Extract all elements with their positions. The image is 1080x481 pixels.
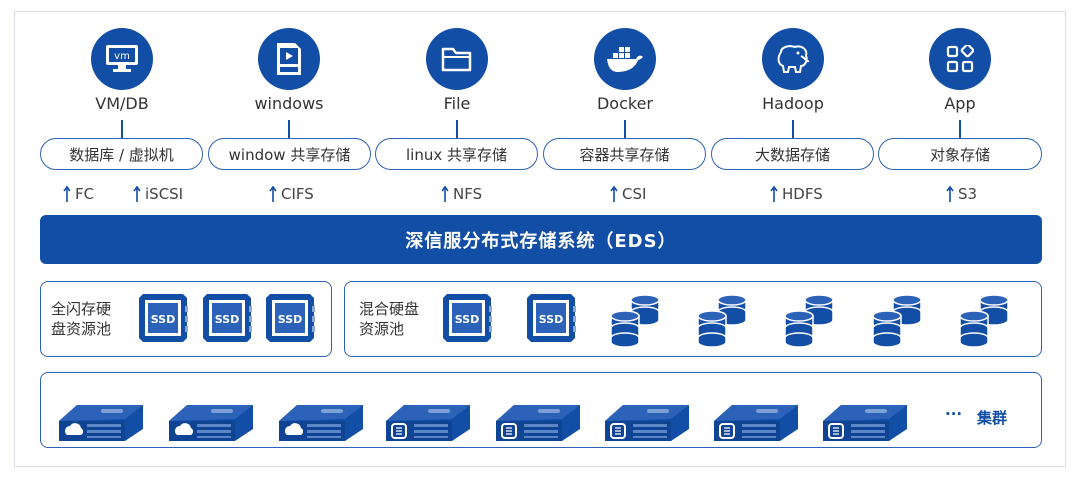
docker-whale-icon	[594, 28, 656, 90]
protocol-nfs: NFS	[440, 185, 482, 203]
vm-monitor-icon: vm	[91, 28, 153, 90]
protocol-csi: CSI	[609, 185, 646, 203]
app-grid-icon	[929, 28, 991, 90]
arrow-up-icon	[946, 185, 954, 202]
server-cloud-icon	[59, 405, 143, 441]
app-label: File	[443, 94, 471, 113]
hdd-stack-icon	[610, 294, 660, 348]
protocol-label: CSI	[622, 185, 647, 203]
protocol-fc: FC	[62, 185, 94, 203]
arrow-up-icon	[610, 185, 618, 202]
app-label: App	[944, 94, 976, 113]
flash-pool-label-line1: 全闪存硬	[51, 300, 112, 318]
connector	[792, 120, 794, 140]
ssd-icon: SSD	[443, 294, 492, 342]
arrow-up-icon	[133, 185, 141, 202]
hybrid-pool-label: 混合硬盘 资源池	[359, 299, 419, 339]
hdd-stack-icon	[959, 294, 1009, 348]
svg-text:SSD: SSD	[278, 313, 302, 326]
hdd-stack-icon	[872, 294, 922, 348]
ssd-icon: SSD	[266, 294, 315, 342]
folder-icon	[426, 28, 488, 90]
hybrid-pool: 混合硬盘 资源池 SSD SSD	[344, 281, 1042, 357]
ssd-icon: SSD	[527, 294, 576, 342]
server-cloud-icon	[279, 405, 363, 441]
server-storage-icon	[605, 405, 689, 441]
storage-type-windows-share: window 共享存储	[208, 138, 371, 170]
ssd-icon: SSD	[203, 294, 252, 342]
storage-type-object: 对象存储	[878, 138, 1042, 170]
hybrid-pool-label-line1: 混合硬盘	[359, 300, 420, 318]
protocol-label: CIFS	[281, 185, 314, 203]
app-hadoop: Hadoop	[713, 28, 873, 113]
hdd-stack-icon	[784, 294, 834, 348]
protocol-label: S3	[958, 185, 978, 203]
cluster-ellipsis: ...	[945, 401, 963, 419]
flash-pool: 全闪存硬 盘资源池 SSD SSD SSD	[40, 281, 332, 357]
app-label: Docker	[596, 94, 654, 113]
app-file: File	[377, 28, 537, 113]
svg-text:SSD: SSD	[215, 313, 239, 326]
storage-type-linux-share: linux 共享存储	[375, 138, 538, 170]
protocol-hdfs: HDFS	[769, 185, 823, 203]
protocol-cifs: CIFS	[268, 185, 314, 203]
svg-text:SSD: SSD	[151, 313, 175, 326]
hybrid-pool-label-line2: 资源池	[359, 320, 405, 338]
arrow-up-icon	[63, 185, 71, 202]
app-label: VM/DB	[95, 94, 149, 113]
app-docker: Docker	[545, 28, 705, 113]
server-cluster: ... 集群	[40, 372, 1042, 448]
connector	[456, 120, 458, 140]
ssd-icon: SSD	[139, 294, 188, 342]
connector	[959, 120, 961, 140]
app-label: windows	[254, 94, 324, 113]
connector	[121, 120, 123, 140]
connector	[288, 120, 290, 140]
protocol-label: iSCSI	[145, 185, 184, 203]
arrow-up-icon	[770, 185, 778, 202]
storage-type-container-share: 容器共享存储	[543, 138, 706, 170]
app-label: Hadoop	[762, 94, 824, 113]
storage-type-database-vm: 数据库 / 虚拟机	[40, 138, 203, 170]
hdd-stack-icon	[697, 294, 747, 348]
flash-pool-label-line2: 盘资源池	[51, 320, 112, 338]
app-app: App	[880, 28, 1040, 113]
eds-system-bar: 深信服分布式存储系统（EDS）	[40, 215, 1042, 264]
svg-text:vm: vm	[114, 51, 130, 62]
server-cloud-icon	[169, 405, 253, 441]
cluster-label: 集群	[977, 409, 1008, 427]
protocol-s3: S3	[945, 185, 977, 203]
protocol-label: HDFS	[782, 185, 823, 203]
protocol-iscsi: iSCSI	[132, 185, 183, 203]
hadoop-elephant-icon	[762, 28, 824, 90]
storage-type-bigdata: 大数据存储	[711, 138, 874, 170]
protocol-label: NFS	[453, 185, 483, 203]
protocol-label: FC	[75, 185, 95, 203]
server-storage-icon	[496, 405, 580, 441]
arrow-up-icon	[269, 185, 277, 202]
app-windows: windows	[209, 28, 369, 113]
video-file-icon	[258, 28, 320, 90]
flash-pool-label: 全闪存硬 盘资源池	[51, 299, 111, 339]
connector	[624, 120, 626, 140]
svg-text:SSD: SSD	[455, 313, 479, 326]
arrow-up-icon	[441, 185, 449, 202]
app-vmdb: vm VM/DB	[42, 28, 202, 113]
svg-text:SSD: SSD	[539, 313, 563, 326]
server-storage-icon	[714, 405, 798, 441]
server-storage-icon	[386, 405, 470, 441]
server-storage-icon	[823, 405, 907, 441]
